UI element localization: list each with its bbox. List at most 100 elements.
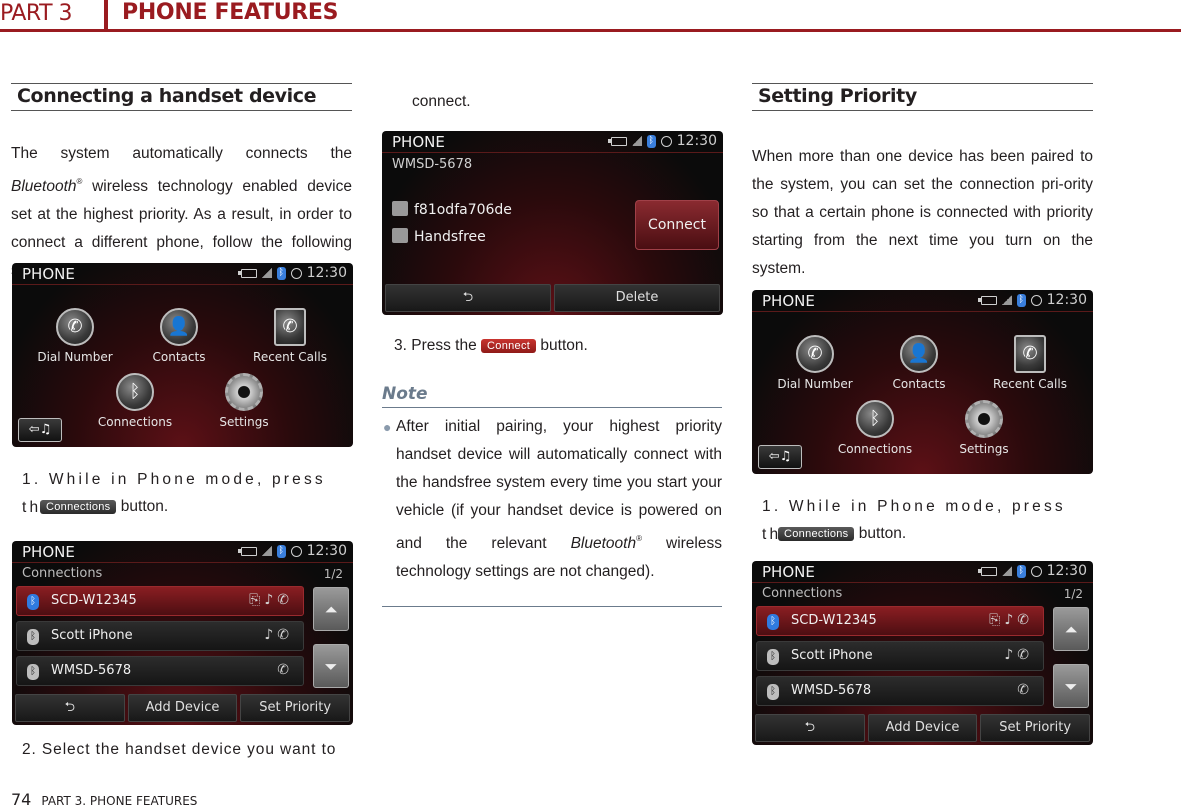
- device-row[interactable]: ᛒ WMSD-5678 ✆: [16, 656, 304, 686]
- section2-intro: When more than one device has been paire…: [752, 148, 1093, 277]
- connections-button[interactable]: ᛒ Connections: [80, 373, 190, 429]
- device-name: Scott iPhone: [791, 648, 873, 663]
- bluetooth-term: Bluetooth: [570, 535, 637, 552]
- dial-number-label: Dial Number: [777, 377, 853, 391]
- bluetooth-icon: ᛒ: [276, 544, 286, 558]
- settings-label: Settings: [959, 442, 1009, 456]
- recent-calls-button[interactable]: ✆ Recent Calls: [975, 335, 1085, 391]
- device-feature-icons: ✆: [1017, 682, 1033, 698]
- step3-suffix: button.: [540, 337, 588, 354]
- bluetooth-icon: ᛒ: [27, 594, 39, 610]
- screen-title: PHONE: [392, 133, 445, 151]
- intro-text: The system automatically connects the: [11, 145, 352, 162]
- status-icons: ᛒ 12:30: [977, 292, 1087, 308]
- device-name: WMSD-5678: [791, 683, 872, 698]
- section2-step1-cont: Connections button.: [778, 520, 906, 548]
- device-name: WMSD-5678: [51, 663, 132, 678]
- clock-icon: [660, 135, 672, 147]
- contacts-button[interactable]: 👤 Contacts: [864, 335, 974, 391]
- recent-calls-label: Recent Calls: [993, 377, 1067, 391]
- device-profile: Handsfree: [414, 229, 486, 245]
- connections-chip: Connections: [40, 500, 117, 514]
- step1-suffix: button.: [120, 498, 169, 515]
- bottom-bar: ⮌ Add Device Set Priority: [15, 694, 351, 722]
- dial-number-label: Dial Number: [37, 350, 113, 364]
- delete-button[interactable]: Delete: [554, 284, 720, 312]
- status-bar: PHONE ᛒ 12:30: [12, 541, 353, 563]
- note-divider: [382, 606, 722, 607]
- device-row[interactable]: ᛒ SCD-W12345 ⎘♪✆: [756, 606, 1044, 636]
- header-divider: [104, 0, 108, 31]
- device-feature-icons: ✆: [277, 662, 293, 678]
- part-label: PART 3: [0, 1, 73, 26]
- connect-button[interactable]: Connect: [635, 200, 719, 250]
- dial-number-button[interactable]: ✆ Dial Number: [760, 335, 870, 391]
- device-address-row: f81odfa706de: [392, 201, 622, 218]
- clock-time: 12:30: [1046, 292, 1087, 308]
- back-button[interactable]: ⮌: [15, 694, 125, 722]
- clock-icon: [290, 267, 302, 279]
- add-device-button[interactable]: Add Device: [867, 714, 978, 742]
- device-feature-icons: ♪✆: [1004, 647, 1033, 663]
- battery-icon: [607, 136, 627, 146]
- scroll-down-button[interactable]: ⏷: [313, 644, 349, 688]
- dial-number-button[interactable]: ✆ Dial Number: [20, 308, 130, 364]
- recent-calls-button[interactable]: ✆ Recent Calls: [235, 308, 345, 364]
- screen-title: PHONE: [762, 563, 815, 581]
- screen-title: PHONE: [22, 265, 75, 283]
- phone-icon: ✆: [56, 308, 94, 346]
- status-icons: ᛒ 12:30: [607, 133, 717, 149]
- connections-button[interactable]: ᛒ Connections: [820, 400, 930, 456]
- contacts-icon: 👤: [160, 308, 198, 346]
- clock-time: 12:30: [306, 543, 347, 559]
- device-feature-icons: ⎘♪✆: [249, 592, 293, 608]
- home-icon: [392, 201, 408, 216]
- add-device-button[interactable]: Add Device: [127, 694, 238, 722]
- back-to-media-button[interactable]: ⇦♫: [758, 445, 802, 469]
- device-row[interactable]: ᛒ WMSD-5678 ✆: [756, 676, 1044, 706]
- contacts-label: Contacts: [152, 350, 206, 364]
- screen-title: PHONE: [22, 543, 75, 561]
- signal-icon: [261, 546, 272, 556]
- info-icon: [392, 228, 408, 243]
- scroll-up-button[interactable]: ⏶: [1053, 607, 1089, 651]
- set-priority-button[interactable]: Set Priority: [980, 714, 1091, 742]
- device-name: SCD-W12345: [51, 593, 137, 608]
- contacts-label: Contacts: [892, 377, 946, 391]
- back-button[interactable]: ⮌: [385, 284, 551, 312]
- contacts-button[interactable]: 👤 Contacts: [124, 308, 234, 364]
- device-name: Scott iPhone: [51, 628, 133, 643]
- page-header: PART 3 PHONE FEATURES: [0, 0, 1181, 33]
- set-priority-button[interactable]: Set Priority: [240, 694, 351, 722]
- step3-text: 3. Press the: [394, 337, 477, 354]
- settings-button[interactable]: Settings: [929, 400, 1039, 456]
- bluetooth-icon: ᛒ: [1016, 293, 1026, 307]
- clock-time: 12:30: [306, 265, 347, 281]
- bluetooth-icon: ᛒ: [27, 629, 39, 645]
- connections-label: Connections: [97, 415, 173, 429]
- device-row[interactable]: ᛒ SCD-W12345 ⎘♪✆: [16, 586, 304, 616]
- battery-icon: [977, 566, 997, 576]
- footer-label: PART 3. PHONE FEATURES: [41, 794, 198, 807]
- status-bar: PHONE ᛒ 12:30: [752, 290, 1093, 312]
- device-row[interactable]: ᛒ Scott iPhone ♪✆: [16, 621, 304, 651]
- bluetooth-icon: ᛒ: [646, 134, 656, 148]
- bluetooth-icon: ᛒ: [767, 684, 779, 700]
- back-button[interactable]: ⮌: [755, 714, 865, 742]
- connections-chip: Connections: [778, 527, 855, 541]
- section-heading-priority: Setting Priority: [752, 83, 1093, 111]
- signal-icon: [631, 136, 642, 146]
- page-indicator: 1/2: [1063, 587, 1083, 601]
- settings-button[interactable]: Settings: [189, 373, 299, 429]
- connections-list-screen: PHONE ᛒ 12:30 Connections 1/2 ᛒ SCD-W123…: [752, 561, 1093, 745]
- header-rule: [0, 29, 1181, 32]
- section1-step1-cont: Connections button.: [40, 493, 168, 521]
- clock-icon: [1030, 294, 1042, 306]
- device-name: SCD-W12345: [791, 613, 877, 628]
- back-to-media-button[interactable]: ⇦♫: [18, 418, 62, 442]
- device-row[interactable]: ᛒ Scott iPhone ♪✆: [756, 641, 1044, 671]
- scroll-up-button[interactable]: ⏶: [313, 587, 349, 631]
- recent-calls-label: Recent Calls: [253, 350, 327, 364]
- clock-icon: [1030, 565, 1042, 577]
- scroll-down-button[interactable]: ⏷: [1053, 664, 1089, 708]
